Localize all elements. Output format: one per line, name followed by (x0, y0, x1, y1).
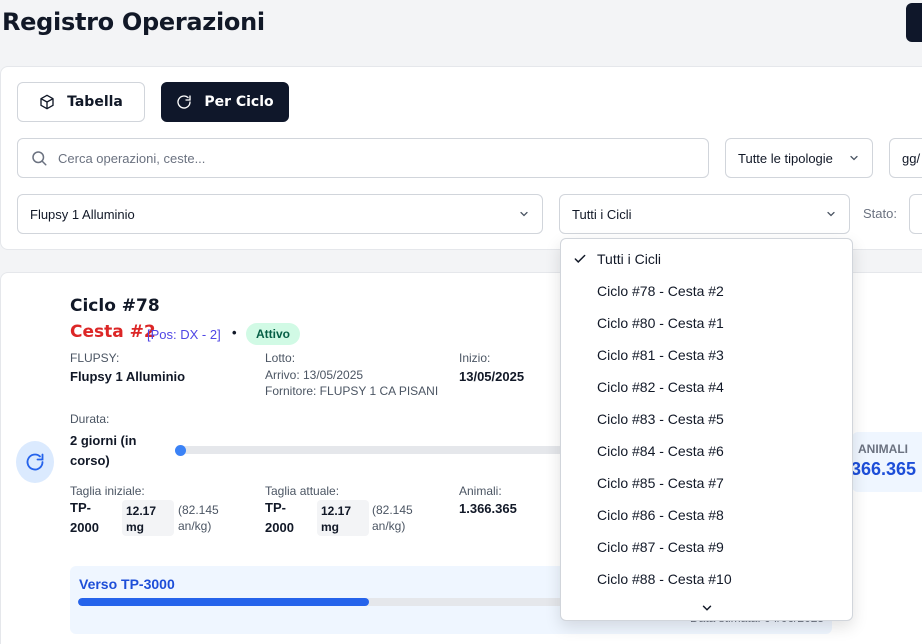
date-input-value: gg/ (902, 150, 921, 166)
cycle-option-label: Ciclo #88 - Cesta #10 (597, 571, 732, 587)
current-size-label: Taglia attuale: (265, 484, 340, 498)
duration-value-line-2: corso) (70, 453, 110, 468)
cycle-dropdown-menu: Tutti i Cicli Ciclo #78 - Cesta #2 Ciclo #… (560, 238, 853, 621)
search-icon (32, 151, 47, 166)
search-placeholder: Cerca operazioni, ceste... (58, 150, 206, 166)
target-progress-fill (78, 598, 370, 606)
cube-icon (40, 94, 54, 110)
initial-size-code-1: TP- (70, 500, 91, 515)
cycle-option[interactable]: Ciclo #78 - Cesta #2 (561, 275, 852, 307)
animals-label: Animali: (459, 484, 502, 498)
lot-supplier: Fornitore: FLUPSY 1 CA PISANI (265, 384, 439, 398)
cycle-option-label: Ciclo #86 - Cesta #8 (597, 507, 724, 523)
type-select[interactable]: Tutte le tipologie (725, 138, 873, 178)
initial-weight-2: mg (126, 520, 144, 534)
initial-size-label: Taglia iniziale: (70, 484, 145, 498)
cycle-option-label: Ciclo #85 - Cesta #7 (597, 475, 724, 491)
initial-per-kg-1: (82.145 (178, 503, 219, 517)
cycle-option-label: Ciclo #84 - Cesta #6 (597, 443, 724, 459)
cycle-option[interactable]: Ciclo #87 - Cesta #9 (561, 531, 852, 563)
basket-position: [Pos: DX - 2] (147, 327, 221, 342)
current-per-kg-2: an/kg) (372, 519, 406, 533)
date-input[interactable]: gg/ (889, 138, 922, 178)
current-weight-2: mg (321, 520, 339, 534)
current-size-code-2: 2000 (265, 520, 294, 535)
table-view-button[interactable]: Tabella (17, 82, 145, 122)
cycle-option[interactable]: Ciclo #80 - Cesta #1 (561, 307, 852, 339)
table-view-label: Tabella (67, 94, 123, 110)
animals-panel-value: .366.365 (846, 459, 917, 479)
lot-arrival: Arrivo: 13/05/2025 (265, 368, 364, 382)
chevron-down-icon (827, 211, 835, 217)
cycle-option-label: Ciclo #83 - Cesta #5 (597, 411, 724, 427)
refresh-icon (26, 453, 44, 471)
start-value: 13/05/2025 (459, 369, 525, 384)
cycle-option[interactable]: Ciclo #82 - Cesta #4 (561, 371, 852, 403)
current-size-code-1: TP- (265, 500, 286, 515)
chevron-down-icon (520, 211, 528, 217)
chevron-down-icon (850, 155, 858, 161)
header-action-button[interactable] (906, 3, 922, 42)
duration-progress-marker (175, 445, 186, 456)
initial-weight-chip: 12.17 mg (122, 500, 174, 536)
flupsy-label: FLUPSY: (70, 351, 120, 365)
cycle-view-button[interactable]: Per Ciclo (161, 82, 289, 122)
cycle-option[interactable]: Ciclo #85 - Cesta #7 (561, 467, 852, 499)
cycle-option[interactable]: Ciclo #84 - Cesta #6 (561, 435, 852, 467)
cycle-option[interactable]: Tutti i Cicli (561, 243, 852, 275)
chevron-down-icon[interactable] (700, 601, 714, 615)
current-weight-chip: 12.17 mg (317, 500, 369, 536)
initial-size-code-2: 2000 (70, 520, 99, 535)
flupsy-value: Flupsy 1 Alluminio (70, 369, 186, 384)
status-badge: Attivo (246, 323, 300, 345)
cycle-option-label: Tutti i Cicli (597, 251, 662, 267)
cycle-option[interactable]: Ciclo #88 - Cesta #10 (561, 563, 852, 595)
initial-weight-1: 12.17 (126, 504, 157, 518)
lot-label: Lotto: (265, 351, 296, 365)
cycle-select[interactable]: Tutti i Cicli (559, 194, 850, 234)
cycle-title: Ciclo #78 (70, 296, 160, 316)
animals-value: 1.366.365 (459, 501, 517, 516)
duration-label: Durata: (70, 412, 110, 426)
cycle-option[interactable]: Ciclo #81 - Cesta #3 (561, 339, 852, 371)
cycle-option-label: Ciclo #78 - Cesta #2 (597, 283, 724, 299)
state-select[interactable] (909, 194, 922, 234)
cycle-view-label: Per Ciclo (204, 94, 274, 110)
type-select-value: Tutte le tipologie (738, 150, 833, 166)
cycle-select-value: Tutti i Cicli (572, 206, 632, 222)
flupsy-select[interactable]: Flupsy 1 Alluminio (17, 194, 543, 234)
cycle-option-label: Ciclo #82 - Cesta #4 (597, 379, 724, 395)
animals-panel-label: ANIMALI (858, 442, 908, 456)
separator-dot: • (232, 325, 237, 340)
refresh-icon (177, 95, 191, 109)
cycle-option[interactable]: Ciclo #86 - Cesta #8 (561, 499, 852, 531)
target-size-label: Verso TP-3000 (79, 576, 175, 592)
cycle-refresh-button[interactable] (16, 441, 54, 483)
state-label: Stato: (863, 206, 897, 221)
cycle-option-label: Ciclo #87 - Cesta #9 (597, 539, 724, 555)
cycle-option[interactable]: Ciclo #83 - Cesta #5 (561, 403, 852, 435)
target-progress-track (78, 598, 638, 606)
start-label: Inizio: (459, 351, 491, 365)
flupsy-select-value: Flupsy 1 Alluminio (30, 206, 135, 222)
initial-per-kg-2: an/kg) (178, 519, 212, 533)
check-icon (574, 254, 586, 263)
basket-title: Cesta #2 (70, 322, 156, 342)
cycle-option-label: Ciclo #80 - Cesta #1 (597, 315, 724, 331)
current-per-kg-1: (82.145 (372, 503, 413, 517)
duration-progress-track (176, 446, 566, 454)
current-weight-1: 12.17 (321, 504, 352, 518)
cycle-option-label: Ciclo #81 - Cesta #3 (597, 347, 724, 363)
page-title: Registro Operazioni (2, 8, 265, 36)
duration-value-line-1: 2 giorni (in (70, 433, 137, 448)
search-input[interactable]: Cerca operazioni, ceste... (17, 138, 709, 178)
